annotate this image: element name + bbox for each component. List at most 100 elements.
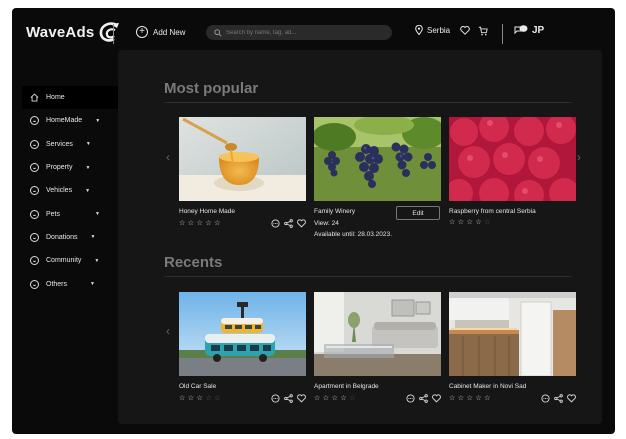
- comment-icon[interactable]: [406, 394, 415, 403]
- chevron-down-icon: ▼: [95, 117, 101, 124]
- star-icon[interactable]: ☆: [323, 395, 329, 402]
- share-icon[interactable]: [419, 394, 428, 403]
- comment-icon[interactable]: [271, 394, 280, 403]
- sidebar-item-label: Community: [46, 257, 82, 265]
- section-divider: [164, 276, 572, 277]
- star-icon[interactable]: ☆: [475, 395, 481, 402]
- ad-image-grapes[interactable]: [314, 117, 441, 201]
- header-divider-right: [502, 24, 503, 44]
- chevron-down-icon: ▼: [85, 141, 91, 148]
- main-content: Most popular ‹ › Honey Home Made ☆ ☆ ☆ ☆…: [118, 50, 602, 424]
- star-icon[interactable]: ☆: [467, 395, 473, 402]
- ad-image-raspberry[interactable]: [449, 117, 576, 201]
- sidebar-item-community[interactable]: Community ▼: [22, 249, 126, 272]
- sidebar-item-pets[interactable]: Pets ▼: [22, 202, 126, 225]
- rating-stars[interactable]: ☆ ☆ ☆ ☆ ☆: [179, 395, 220, 402]
- sidebar-item-home[interactable]: Home: [22, 86, 126, 110]
- share-icon[interactable]: [284, 394, 293, 403]
- carousel-prev-icon[interactable]: ‹: [166, 150, 170, 164]
- star-icon[interactable]: ☆: [179, 220, 185, 227]
- ad-card[interactable]: Apartment in Belgrade ☆ ☆ ☆ ☆ ☆: [314, 292, 441, 403]
- add-new-label: Add New: [153, 27, 186, 37]
- ad-card-owned[interactable]: Family Winery View: 24 Available until: …: [314, 117, 441, 238]
- star-icon[interactable]: ☆: [179, 395, 185, 402]
- star-icon[interactable]: ☆: [467, 219, 473, 226]
- rating-stars[interactable]: ☆ ☆ ☆ ☆ ☆: [449, 395, 490, 402]
- favorites-button[interactable]: [460, 26, 470, 35]
- sidebar-item-property[interactable]: Property ▼: [22, 156, 126, 179]
- rating-stars[interactable]: ☆ ☆ ☆ ☆ ☆: [314, 395, 355, 402]
- section-divider: [164, 102, 572, 103]
- star-icon[interactable]: ☆: [458, 219, 464, 226]
- star-icon[interactable]: ☆: [484, 395, 490, 402]
- ad-title[interactable]: Cabinet Maker in Novi Sad: [449, 383, 576, 390]
- sidebar-item-label: HomeMade: [46, 117, 83, 125]
- header-divider: [113, 24, 114, 44]
- rating-stars[interactable]: ☆ ☆ ☆ ☆ ☆: [179, 220, 220, 227]
- share-icon[interactable]: [284, 219, 293, 228]
- star-icon[interactable]: ☆: [188, 220, 194, 227]
- ad-image-vans[interactable]: [179, 292, 306, 376]
- star-icon[interactable]: ☆: [475, 219, 481, 226]
- ad-available-until: Available until: 28.03.2023.: [314, 231, 392, 238]
- sidebar-item-others[interactable]: Others ▼: [22, 272, 126, 295]
- user-avatar[interactable]: JP: [532, 25, 544, 36]
- ad-card[interactable]: Honey Home Made ☆ ☆ ☆ ☆ ☆: [179, 117, 306, 228]
- star-icon[interactable]: ☆: [214, 395, 220, 402]
- star-icon[interactable]: ☆: [188, 395, 194, 402]
- edit-button[interactable]: Edit: [396, 206, 440, 220]
- heart-icon[interactable]: [297, 394, 306, 403]
- star-icon[interactable]: ☆: [349, 395, 355, 402]
- sidebar: Home HomeMade ▼ Services ▼ Property ▼ Ve…: [22, 86, 126, 296]
- chevron-down-icon: ▼: [90, 281, 95, 288]
- ad-card[interactable]: Cabinet Maker in Novi Sad ☆ ☆ ☆ ☆ ☆: [449, 292, 576, 403]
- location-selector[interactable]: Serbia: [415, 25, 450, 35]
- messages-button[interactable]: [514, 24, 528, 36]
- comment-icon[interactable]: [271, 219, 280, 228]
- ad-card[interactable]: Old Car Sale ☆ ☆ ☆ ☆ ☆: [179, 292, 306, 403]
- add-new-button[interactable]: + Add New: [136, 26, 185, 38]
- rating-stars[interactable]: ☆ ☆ ☆ ☆ ☆: [449, 219, 490, 226]
- star-icon[interactable]: ☆: [449, 395, 455, 402]
- cart-button[interactable]: [478, 26, 488, 36]
- home-icon: [30, 93, 39, 102]
- star-icon[interactable]: ☆: [214, 220, 220, 227]
- star-icon[interactable]: ☆: [332, 395, 338, 402]
- comment-icon[interactable]: [541, 394, 550, 403]
- ad-card[interactable]: Raspberry from central Serbia ☆ ☆ ☆ ☆ ☆: [449, 117, 576, 226]
- ad-image-kitchen[interactable]: [449, 292, 576, 376]
- star-icon[interactable]: ☆: [197, 220, 203, 227]
- sidebar-item-label: Donations: [46, 233, 78, 241]
- star-icon[interactable]: ☆: [484, 219, 490, 226]
- ad-title[interactable]: Old Car Sale: [179, 383, 306, 390]
- star-icon[interactable]: ☆: [197, 395, 203, 402]
- carousel-next-icon[interactable]: ›: [577, 150, 581, 164]
- star-icon[interactable]: ☆: [458, 395, 464, 402]
- ad-title[interactable]: Honey Home Made: [179, 208, 306, 215]
- star-icon[interactable]: ☆: [449, 219, 455, 226]
- ad-title[interactable]: Raspberry from central Serbia: [449, 208, 576, 215]
- sidebar-item-vehicles[interactable]: Vehicles ▼: [22, 179, 126, 202]
- heart-icon[interactable]: [432, 394, 441, 403]
- search-bar[interactable]: [206, 25, 392, 40]
- category-icon: [30, 256, 39, 266]
- sidebar-item-services[interactable]: Services ▼: [22, 133, 126, 156]
- ad-image-apartment[interactable]: [314, 292, 441, 376]
- ad-title[interactable]: Apartment in Belgrade: [314, 383, 441, 390]
- star-icon[interactable]: ☆: [314, 395, 320, 402]
- category-icon: [30, 279, 39, 289]
- sidebar-item-donations[interactable]: Donations ▼: [22, 226, 126, 249]
- share-icon[interactable]: [554, 394, 563, 403]
- search-input[interactable]: [226, 29, 386, 36]
- location-pin-icon: [415, 25, 423, 35]
- ad-image-honey[interactable]: [179, 117, 306, 201]
- star-icon[interactable]: ☆: [205, 220, 211, 227]
- star-icon[interactable]: ☆: [205, 395, 211, 402]
- logo[interactable]: WaveAds: [26, 22, 121, 42]
- app-window: WaveAds + Add New Serbia: [12, 8, 615, 434]
- heart-icon[interactable]: [297, 219, 306, 228]
- heart-icon[interactable]: [567, 394, 576, 403]
- sidebar-item-homemade[interactable]: HomeMade ▼: [22, 109, 126, 132]
- star-icon[interactable]: ☆: [340, 395, 346, 402]
- carousel-prev-icon[interactable]: ‹: [166, 324, 170, 338]
